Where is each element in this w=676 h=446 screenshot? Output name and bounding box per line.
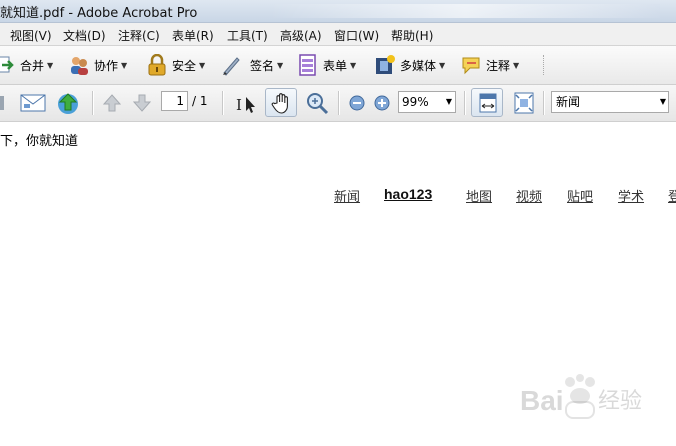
chevron-down-icon[interactable]: ▼: [660, 92, 666, 112]
sign-label: 签名: [250, 58, 275, 73]
tasks-toolbar: 合并 ▼ 协作 ▼ 安全 ▼ 签名 ▼ 表单 ▼ 多媒体 ▼ 注释 ▼: [0, 46, 676, 85]
document-text: 下，你就知道: [0, 134, 79, 149]
search-value: 新闻: [556, 95, 581, 109]
chevron-down-icon[interactable]: ▼: [446, 92, 452, 112]
secure-label: 安全: [172, 58, 197, 73]
comment-button[interactable]: 注释 ▼: [460, 53, 519, 77]
menu-forms[interactable]: 表单(R): [172, 27, 214, 44]
chevron-down-icon: ▼: [513, 60, 520, 70]
link-login[interactable]: 登: [668, 186, 676, 205]
hand-tool-button[interactable]: [265, 88, 297, 117]
collaborate-button[interactable]: 协作 ▼: [68, 53, 127, 77]
comment-label: 注释: [486, 58, 511, 73]
chevron-down-icon: ▼: [439, 60, 446, 70]
page-number-field[interactable]: 1: [161, 91, 188, 111]
zoom-value: 99%: [402, 95, 429, 109]
print-icon[interactable]: [0, 92, 6, 117]
chevron-down-icon: ▼: [350, 60, 357, 70]
merge-icon: [0, 54, 16, 76]
fit-width-button[interactable]: [471, 88, 503, 117]
fit-page-icon[interactable]: [513, 91, 535, 118]
collaborate-icon: [68, 54, 90, 76]
link-hao123[interactable]: hao123: [384, 186, 432, 202]
menu-help[interactable]: 帮助(H): [391, 27, 433, 44]
hand-icon: [271, 92, 293, 117]
menu-advanced[interactable]: 高级(A): [280, 27, 322, 44]
select-text-icon[interactable]: I: [234, 93, 258, 118]
forms-button[interactable]: 表单 ▼: [297, 53, 356, 77]
chevron-down-icon: ▼: [121, 60, 128, 70]
zoom-out-icon[interactable]: [349, 95, 365, 114]
multimedia-label: 多媒体: [400, 58, 437, 73]
menu-document[interactable]: 文档(D): [63, 27, 106, 44]
link-xueshu[interactable]: 学术: [618, 186, 644, 205]
menu-bar: 视图(V) 文档(D) 注释(C) 表单(R) 工具(T) 高级(A) 窗口(W…: [0, 23, 676, 46]
page-total: / 1: [192, 94, 208, 108]
pen-icon: [220, 54, 242, 76]
email-icon[interactable]: [20, 92, 46, 117]
chevron-down-icon: ▼: [47, 60, 54, 70]
next-page-icon[interactable]: [131, 92, 153, 117]
title-bar: 就知道.pdf - Adobe Acrobat Pro: [0, 0, 676, 23]
collaborate-label: 协作: [94, 58, 119, 73]
chevron-down-icon: ▼: [199, 60, 206, 70]
upload-icon[interactable]: [55, 90, 81, 119]
menu-comments[interactable]: 注释(C): [118, 27, 160, 44]
link-map[interactable]: 地图: [466, 186, 492, 205]
secure-button[interactable]: 安全 ▼: [146, 53, 205, 77]
menu-view[interactable]: 视图(V): [10, 27, 52, 44]
link-video[interactable]: 视频: [516, 186, 542, 205]
zoom-level-field[interactable]: 99% ▼: [398, 91, 456, 113]
previous-page-icon[interactable]: [101, 92, 123, 117]
merge-button[interactable]: 合并 ▼: [0, 53, 53, 77]
menu-window[interactable]: 窗口(W): [334, 27, 379, 44]
document-links: 新闻 hao123 地图 视频 贴吧 学术 登: [0, 186, 676, 206]
baidu-jingyan-watermark: Bai 经验: [518, 372, 676, 442]
forms-label: 表单: [323, 58, 348, 73]
form-icon: [297, 54, 319, 76]
multimedia-button[interactable]: 多媒体 ▼: [374, 53, 445, 77]
svg-text:I: I: [236, 96, 242, 114]
lock-icon: [146, 53, 168, 76]
link-news[interactable]: 新闻: [334, 186, 360, 205]
link-tieba[interactable]: 贴吧: [567, 186, 593, 205]
sign-button[interactable]: 签名 ▼: [220, 53, 283, 77]
speech-bubble-icon: [460, 54, 482, 76]
watermark-brand: Bai: [520, 385, 564, 416]
window-title: 就知道.pdf - Adobe Acrobat Pro: [0, 6, 198, 21]
search-input[interactable]: 新闻 ▼: [551, 91, 669, 113]
watermark-jingyan: 经验: [598, 389, 642, 414]
menu-tools[interactable]: 工具(T): [227, 27, 268, 44]
merge-label: 合并: [20, 58, 45, 73]
fit-width-icon: [477, 92, 499, 117]
zoom-tool-icon[interactable]: [304, 90, 330, 119]
zoom-in-icon[interactable]: [374, 95, 390, 114]
chevron-down-icon: ▼: [277, 60, 284, 70]
film-icon: [374, 54, 396, 76]
